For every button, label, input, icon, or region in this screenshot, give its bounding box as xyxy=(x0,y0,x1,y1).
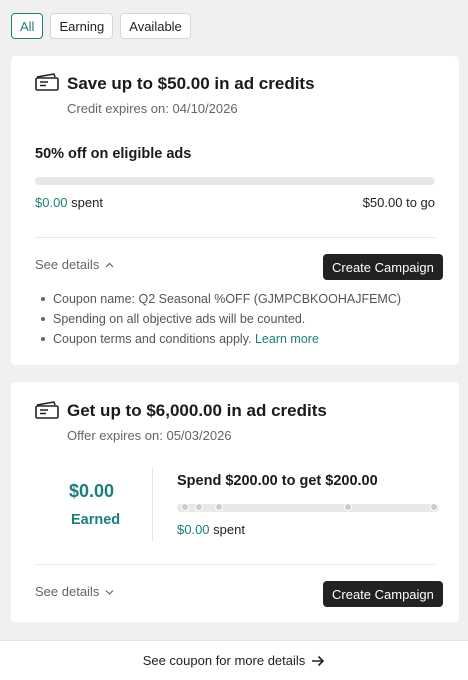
filter-bar: All Earning Available xyxy=(11,13,191,39)
coupon-title: Save up to $50.00 in ad credits xyxy=(67,74,315,93)
milestone-dot xyxy=(181,503,189,511)
coupon-details-list: Coupon name: Q2 Seasonal %OFF (GJMPCBKOO… xyxy=(40,289,401,349)
create-campaign-button[interactable]: Create Campaign xyxy=(323,254,443,280)
create-campaign-button[interactable]: Create Campaign xyxy=(323,581,443,607)
ticket-icon xyxy=(35,73,59,91)
offer-heading: 50% off on eligible ads xyxy=(35,146,192,162)
footer-label: See coupon for more details xyxy=(142,653,306,668)
see-coupon-details-link[interactable]: See coupon for more details xyxy=(0,640,468,680)
see-details-label: See details xyxy=(35,584,100,599)
filter-available[interactable]: Available xyxy=(120,13,191,39)
spent-label: spent xyxy=(71,195,103,210)
milestone-dot xyxy=(195,503,203,511)
see-details-toggle[interactable]: See details xyxy=(35,584,114,599)
list-item: Coupon name: Q2 Seasonal %OFF (GJMPCBKOO… xyxy=(40,289,401,309)
ticket-icon xyxy=(35,401,59,419)
coupon-expiry: Credit expires on: 04/10/2026 xyxy=(67,101,238,116)
coupon-title: Get up to $6,000.00 in ad credits xyxy=(67,401,327,420)
divider xyxy=(35,237,435,238)
learn-more-link[interactable]: Learn more xyxy=(255,332,319,346)
earned-label: Earned xyxy=(71,512,121,528)
milestone-dot xyxy=(344,503,352,511)
spent-text: $0.00 spent xyxy=(177,522,245,537)
earned-amount: $0.00 xyxy=(69,481,115,501)
spent-amount: $0.00 xyxy=(35,195,68,210)
chevron-down-icon xyxy=(105,589,114,595)
arrow-right-icon xyxy=(312,655,325,666)
coupon-card-ad-credits-50: Save up to $50.00 in ad credits Credit e… xyxy=(11,56,459,365)
spend-progress-bar xyxy=(35,177,435,185)
to-go-text: $50.00 to go xyxy=(362,195,435,210)
spent-text: $0.00 spent xyxy=(35,195,103,210)
see-details-label: See details xyxy=(35,257,100,272)
offer-expiry: Offer expires on: 05/03/2026 xyxy=(67,428,232,443)
coupon-card-ad-credits-6000: Get up to $6,000.00 in ad credits Offer … xyxy=(11,382,459,622)
list-item: Coupon terms and conditions apply. Learn… xyxy=(40,329,401,349)
list-item: Spending on all objective ads will be co… xyxy=(40,309,401,329)
filter-all[interactable]: All xyxy=(11,13,44,39)
terms-text: Coupon terms and conditions apply. xyxy=(53,332,252,346)
spent-amount: $0.00 xyxy=(177,522,210,537)
spend-goal-heading: Spend $200.00 to get $200.00 xyxy=(177,473,378,489)
filter-earning[interactable]: Earning xyxy=(50,13,114,39)
divider xyxy=(35,564,435,565)
chevron-up-icon xyxy=(105,262,114,267)
spent-label: spent xyxy=(213,522,245,537)
milestone-dot xyxy=(430,503,438,511)
milestone-dot xyxy=(215,503,223,511)
vertical-divider xyxy=(152,468,153,542)
see-details-toggle[interactable]: See details xyxy=(35,257,114,272)
